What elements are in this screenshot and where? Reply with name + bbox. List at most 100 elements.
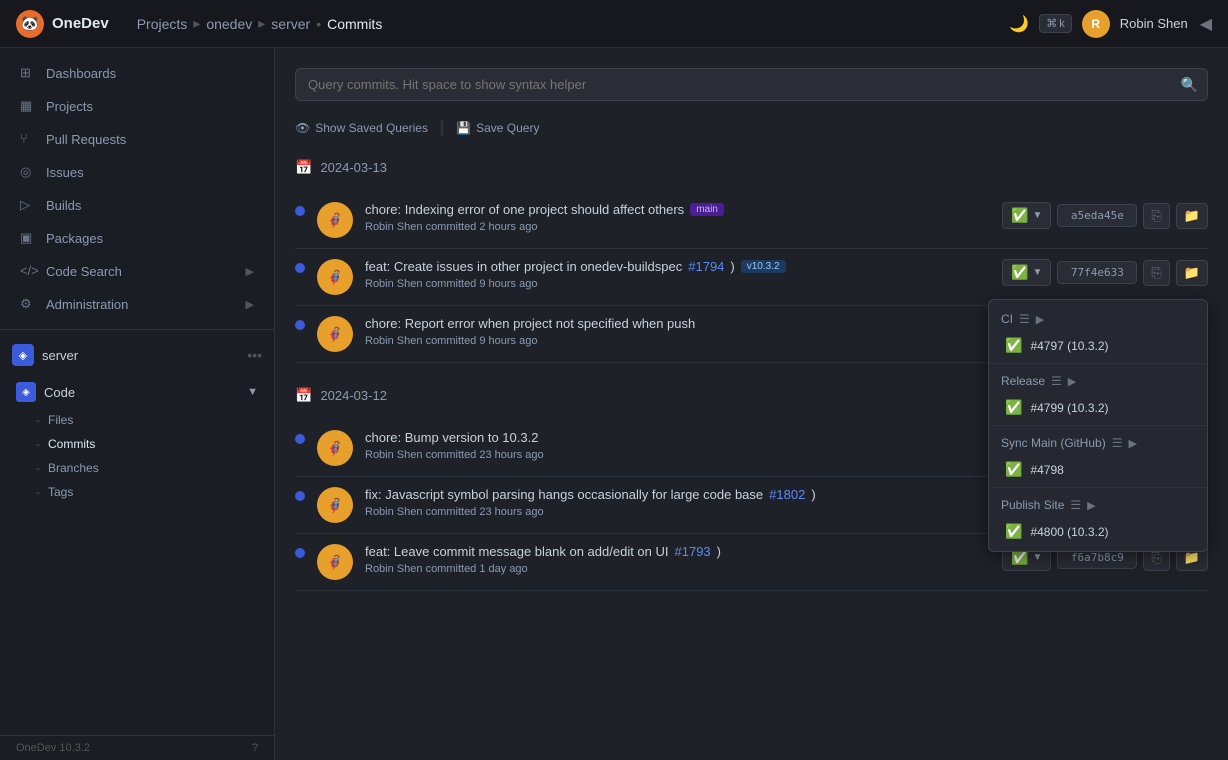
save-query-button[interactable]: 💾 Save Query [456,117,539,139]
commit-hash[interactable]: 77f4e633 [1057,261,1137,284]
chevron-right-icon: ▶ [246,265,254,278]
code-branch-icon: ◈ [16,382,36,402]
search-icon: 🔍 [1181,76,1198,93]
main-content: 🔍 👁 Show Saved Queries | 💾 Save Query 📅 … [275,48,1228,760]
calendar-icon: 📅 [295,159,312,176]
code-section: ◈ Code ▼ - Files - Commits - Branches [0,372,274,508]
browse-at-commit-button[interactable]: 📁 [1176,203,1208,229]
sidebar-item-commits[interactable]: - Commits [0,432,274,456]
play-icon[interactable]: ▶ [1036,313,1044,326]
sidebar-item-administration[interactable]: ⚙ Administration ▶ [4,288,270,320]
code-nav-header[interactable]: ◈ Code ▼ [0,376,274,408]
app-name: OneDev [52,15,109,32]
sidebar-collapse-button[interactable]: ◀ [1200,14,1212,34]
project-icon: ◈ [12,344,34,366]
sidebar-item-branches[interactable]: - Branches [0,456,274,480]
sidebar-item-tags[interactable]: - Tags [0,480,274,504]
ci-status-button-active[interactable]: ✅ ▼ [1002,259,1051,286]
sidebar: ⊞ Dashboards ▦ Projects ⑂ Pull Requests … [0,48,275,760]
browse-at-commit-button[interactable]: 📁 [1176,260,1208,286]
sidebar-item-issues[interactable]: ◎ Issues [4,156,270,188]
kbd-shortcut[interactable]: ⌘ k [1039,14,1072,33]
sidebar-item-code-search[interactable]: </> Code Search ▶ [4,255,270,287]
breadcrumb-onedev[interactable]: onedev [206,16,252,32]
theme-toggle[interactable]: 🌙 [1009,14,1029,34]
list-icon: ☰ [1051,374,1062,388]
project-name[interactable]: server [42,348,239,363]
list-item[interactable]: ✅ #4800 (10.3.2) [989,518,1207,545]
chevron-down-icon: ▼ [1033,210,1043,221]
sidebar-item-packages[interactable]: ▣ Packages [4,222,270,254]
date-header: 📅 2024-03-13 [295,155,1208,180]
issue-link[interactable]: #1794 [688,259,724,274]
list-item[interactable]: ✅ #4798 [989,456,1207,483]
check-icon: ✅ [1005,461,1022,478]
commit-message: feat: Leave commit message blank on add/… [365,544,990,559]
sync-build-id: #4798 [1030,463,1063,477]
sidebar-item-projects[interactable]: ▦ Projects [4,90,270,122]
sidebar-item-files[interactable]: - Files [0,408,274,432]
chevron-down-icon: ▼ [1033,267,1043,278]
play-icon[interactable]: ▶ [1068,375,1076,388]
project-section: ◈ server ••• ◈ Code ▼ - Files - Commits [0,329,274,516]
user-avatar[interactable]: R [1082,10,1110,38]
help-icon[interactable]: ? [252,742,258,754]
packages-icon: ▣ [20,230,36,246]
logo-area[interactable]: 🐼 OneDev [16,10,109,38]
breadcrumb: Projects ▸ onedev ▸ server • Commits [129,15,998,32]
ci-section-sync: Sync Main (GitHub) ☰ ▶ [989,430,1207,456]
timeline-dot [295,263,305,273]
avatar: 🦸 [317,430,353,466]
play-icon[interactable]: ▶ [1128,437,1136,450]
list-item[interactable]: ✅ #4799 (10.3.2) [989,394,1207,421]
commit-message: chore: Indexing error of one project sho… [365,202,990,217]
list-item[interactable]: ✅ #4797 (10.3.2) [989,332,1207,359]
avatar: 🦸 [317,544,353,580]
show-saved-queries-button[interactable]: 👁 Show Saved Queries [295,117,428,139]
commit-hash[interactable]: a5eda45e [1057,204,1137,227]
chevron-down-icon: ▼ [1033,552,1043,563]
commit-actions: ✅ ▼ 77f4e633 ⎘ 📁 CI ☰ ▶ [1002,259,1208,286]
ci-build-id: #4797 (10.3.2) [1030,339,1108,353]
folder-icon: ▦ [20,98,36,114]
commit-info: chore: Indexing error of one project sho… [365,202,990,233]
table-row: 🦸 feat: Create issues in other project i… [295,249,1208,306]
commit-info: feat: Create issues in other project in … [365,259,990,290]
ci-section-ci: CI ☰ ▶ [989,306,1207,332]
code-search-icon: </> [20,263,36,279]
check-circle-icon: ✅ [1011,264,1028,281]
ci-dropdown-panel: CI ☰ ▶ ✅ #4797 (10.3.2) Relea [988,299,1208,552]
commit-meta: Robin Shen committed 23 hours ago [365,449,990,461]
list-icon: ☰ [1019,312,1030,326]
user-name[interactable]: Robin Shen [1120,16,1188,31]
commit-message: feat: Create issues in other project in … [365,259,990,274]
commit-list-day1: 🦸 chore: Indexing error of one project s… [295,192,1208,363]
timeline-dot [295,320,305,330]
commit-query-input[interactable] [295,68,1208,101]
breadcrumb-current: Commits [327,16,382,32]
commit-meta: Robin Shen committed 1 day ago [365,563,990,575]
timeline-dot [295,491,305,501]
avatar: 🦸 [317,487,353,523]
eye-icon: 👁 [295,121,310,135]
commit-info: chore: Bump version to 10.3.2 Robin Shen… [365,430,990,461]
breadcrumb-projects[interactable]: Projects [137,16,188,32]
copy-hash-button[interactable]: ⎘ [1143,203,1169,229]
ci-status-button[interactable]: ✅ ▼ [1002,202,1051,229]
sidebar-item-pull-requests[interactable]: ⑂ Pull Requests [4,123,270,155]
commit-actions: ✅ ▼ a5eda45e ⎘ 📁 [1002,202,1208,229]
breadcrumb-server[interactable]: server [271,16,310,32]
list-icon: ☰ [1112,436,1123,450]
issue-link[interactable]: #1802 [769,487,805,502]
header-right: 🌙 ⌘ k R Robin Shen [1009,10,1187,38]
commit-info: feat: Leave commit message blank on add/… [365,544,990,575]
check-icon: ✅ [1005,337,1022,354]
query-bar: 🔍 [295,68,1208,101]
top-header: 🐼 OneDev Projects ▸ onedev ▸ server • Co… [0,0,1228,48]
project-more-actions[interactable]: ••• [247,347,262,363]
issue-link[interactable]: #1793 [675,544,711,559]
play-icon[interactable]: ▶ [1087,499,1095,512]
sidebar-item-builds[interactable]: ▷ Builds [4,189,270,221]
sidebar-item-dashboards[interactable]: ⊞ Dashboards [4,57,270,89]
copy-hash-button[interactable]: ⎘ [1143,260,1169,286]
